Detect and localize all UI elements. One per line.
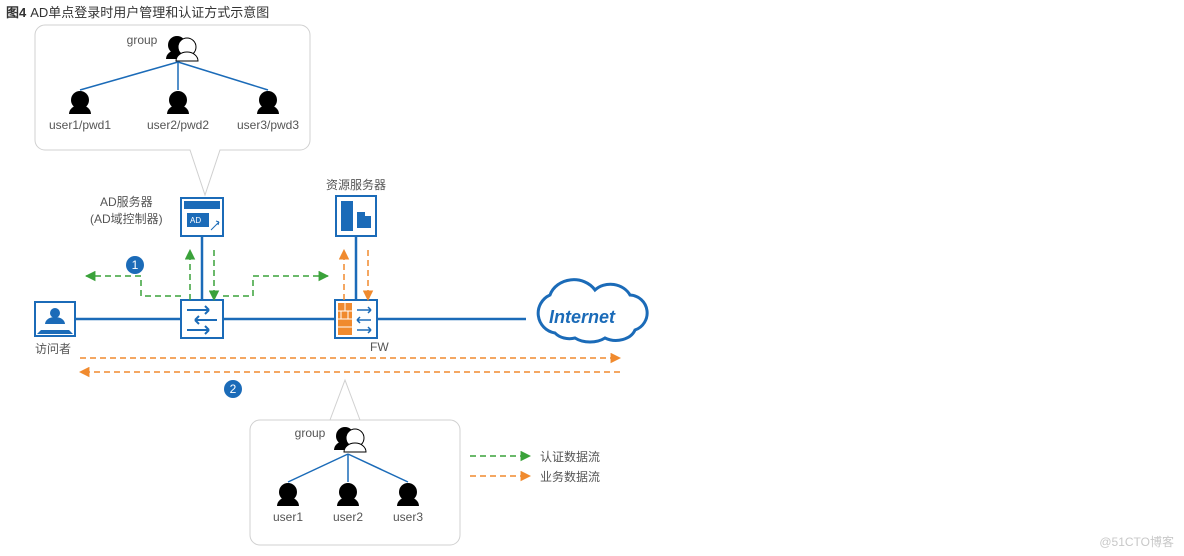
auth-flow-lines	[86, 250, 328, 300]
bottom-user3: user3	[393, 510, 423, 524]
top-group-label: group	[127, 33, 158, 47]
internet-label: Internet	[549, 307, 616, 327]
top-user3: user3/pwd3	[237, 118, 299, 132]
firewall-icon	[335, 300, 377, 338]
ad-server-callout	[35, 25, 310, 195]
ad-server-label: AD服务器 (AD域控制器)	[90, 193, 163, 227]
fw-label: FW	[370, 340, 389, 354]
switch-icon	[181, 300, 223, 338]
top-user1: user1/pwd1	[49, 118, 111, 132]
top-user2: user2/pwd2	[147, 118, 209, 132]
svg-text:AD: AD	[190, 216, 201, 225]
ad-server-icon: AD	[181, 198, 223, 236]
internet-cloud: Internet	[538, 280, 647, 342]
visitor-icon	[35, 302, 75, 336]
legend-auth-label: 认证数据流	[540, 448, 600, 465]
watermark: @51CTO博客	[1099, 533, 1174, 550]
bottom-user1: user1	[273, 510, 303, 524]
step-2-badge: 2	[224, 380, 242, 398]
resource-server-icon	[336, 196, 376, 236]
step-1-badge: 1	[126, 256, 144, 274]
legend-biz-label: 业务数据流	[540, 468, 600, 485]
visitor-label: 访问者	[35, 340, 71, 357]
resource-server-label: 资源服务器	[326, 176, 386, 193]
bottom-user2: user2	[333, 510, 363, 524]
bottom-group-label: group	[295, 426, 326, 440]
